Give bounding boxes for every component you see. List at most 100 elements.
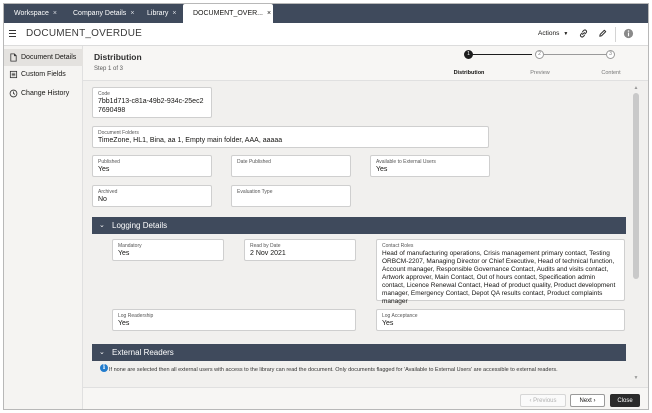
document-folders-label: Document Folders — [98, 130, 139, 136]
evaluation-type-label: Evaluation Type — [237, 189, 273, 195]
contact-roles-label: Contact Roles — [382, 243, 414, 249]
sidebar-item-custom-fields[interactable]: Custom Fields — [4, 66, 83, 83]
chevron-down-icon: ⌄ — [99, 349, 105, 356]
log-acceptance-label: Log Acceptance — [382, 313, 418, 319]
code-field: Code 7bb1d713-c81a-49b2-934c-25ec2769049… — [92, 87, 212, 118]
section-title: Logging Details — [112, 221, 168, 230]
published-label: Published — [98, 159, 120, 165]
available-external-field: Available to External Users Yes — [370, 155, 490, 177]
close-icon[interactable]: × — [130, 10, 134, 17]
log-acceptance-field: Log Acceptance Yes — [376, 309, 625, 331]
log-readership-field: Log Readership Yes — [112, 309, 356, 331]
previous-button[interactable]: ‹ Previous — [520, 394, 566, 407]
history-icon — [9, 89, 18, 98]
chevron-down-icon: ⌄ — [99, 222, 105, 229]
info-circle-icon: i — [100, 364, 108, 372]
available-external-label: Available to External Users — [376, 159, 436, 165]
log-readership-label: Log Readership — [118, 313, 154, 319]
logging-details-section-header[interactable]: ⌄ Logging Details — [92, 217, 626, 234]
log-acceptance-value: Yes — [382, 320, 394, 327]
list-icon — [9, 70, 18, 79]
read-by-date-value: 2 Nov 2021 — [250, 250, 286, 257]
step-title: Distribution — [94, 52, 142, 62]
chevron-right-icon: › — [593, 398, 596, 404]
next-label: Next — [579, 398, 592, 404]
sidebar-item-change-history[interactable]: Change History — [4, 85, 83, 102]
step-subtitle: Step 1 of 3 — [94, 66, 124, 72]
close-button[interactable]: Close — [610, 394, 640, 407]
date-published-label: Date Published — [237, 159, 271, 165]
published-value: Yes — [98, 166, 110, 173]
tab-library[interactable]: Library × — [137, 4, 177, 23]
document-icon — [10, 53, 17, 62]
archived-label: Archived — [98, 189, 118, 195]
next-button[interactable]: Next › — [570, 394, 605, 407]
section-title: External Readers — [112, 348, 174, 357]
tab-document-overdue[interactable]: DOCUMENT_OVER... × — [183, 4, 273, 23]
tab-label: Company Details — [73, 10, 127, 17]
form-content: Code 7bb1d713-c81a-49b2-934c-25ec2769049… — [83, 80, 648, 387]
train-stop-content[interactable]: 3 — [606, 50, 615, 59]
page-title: DOCUMENT_OVERDUE — [26, 28, 142, 39]
sidebar-item-label: Change History — [21, 90, 70, 97]
tab-label: Library — [147, 10, 169, 17]
previous-label: Previous — [533, 398, 557, 404]
document-folders-value: TimeZone, HL1, Bina, aa 1, Empty main fo… — [98, 137, 283, 144]
scroll-up-icon[interactable]: ▲ — [633, 85, 639, 91]
log-readership-value: Yes — [118, 320, 130, 327]
code-label: Code — [98, 91, 110, 97]
code-value: 7bb1d713-c81a-49b2-934c-25ec27690498 — [98, 98, 204, 114]
link-icon[interactable] — [578, 28, 589, 39]
app-window: Workspace × Company Details × Library × DOC… — [3, 3, 649, 410]
contact-roles-value: Head of manufacturing operations, Crisis… — [382, 250, 616, 305]
footer-toolbar: ‹ Previous Next › Close — [83, 387, 648, 409]
train-stop-distribution[interactable]: 1 — [464, 50, 473, 59]
read-by-date-field: Read by Date 2 Nov 2021 — [244, 239, 356, 261]
tab-label: DOCUMENT_OVER... — [193, 10, 264, 17]
external-readers-info-text: If none are selected then all external u… — [109, 367, 558, 373]
content-scrollbar[interactable]: ▲ ▼ — [633, 85, 639, 383]
date-published-field: Date Published — [231, 155, 351, 177]
actions-menu-button[interactable]: Actions ▼ — [538, 30, 568, 37]
archived-field: Archived No — [92, 185, 212, 207]
main-panel: Distribution Step 1 of 3 1 2 3 Distribut… — [83, 46, 648, 409]
read-by-date-label: Read by Date — [250, 243, 281, 249]
train-connector — [472, 54, 532, 55]
sidebar-item-label: Custom Fields — [21, 71, 66, 78]
archived-value: No — [98, 196, 107, 203]
page-header: DOCUMENT_OVERDUE Actions ▼ — [4, 23, 648, 46]
menu-icon[interactable] — [9, 30, 16, 37]
actions-label: Actions — [538, 30, 560, 37]
header-divider — [615, 27, 616, 42]
info-icon[interactable] — [623, 28, 634, 39]
tab-label: Workspace — [14, 10, 49, 17]
mandatory-label: Mandatory — [118, 243, 142, 249]
sidebar-item-label: Document Details — [21, 54, 77, 61]
contact-roles-field: Contact Roles Head of manufacturing oper… — [376, 239, 625, 305]
scroll-down-icon[interactable]: ▼ — [633, 375, 639, 381]
caret-down-icon: ▼ — [563, 31, 569, 37]
tab-workspace[interactable]: Workspace × — [4, 4, 57, 23]
chevron-left-icon: ‹ — [529, 398, 532, 404]
sidebar-item-document-details[interactable]: Document Details — [4, 49, 83, 66]
document-folders-field: Document Folders TimeZone, HL1, Bina, aa… — [92, 126, 489, 148]
train-label-preview: Preview — [530, 70, 550, 76]
close-icon[interactable]: × — [172, 10, 176, 17]
close-icon[interactable]: × — [267, 10, 271, 17]
train-connector — [544, 54, 606, 55]
sidebar: Document Details Custom Fields Change Hi… — [4, 46, 83, 409]
scrollbar-thumb[interactable] — [633, 93, 639, 279]
train-label-content: Content — [601, 70, 621, 76]
published-field: Published Yes — [92, 155, 212, 177]
tab-company-details[interactable]: Company Details × — [63, 4, 134, 23]
tab-bar: Workspace × Company Details × Library × DOC… — [4, 4, 648, 23]
train-label-distribution: Distribution — [453, 70, 485, 76]
available-external-value: Yes — [376, 166, 388, 173]
edit-pencil-icon[interactable] — [597, 28, 608, 39]
mandatory-value: Yes — [118, 250, 130, 257]
close-icon[interactable]: × — [53, 10, 57, 17]
train-stop-preview[interactable]: 2 — [535, 50, 544, 59]
evaluation-type-field: Evaluation Type — [231, 185, 351, 207]
mandatory-field: Mandatory Yes — [112, 239, 224, 261]
external-readers-section-header[interactable]: ⌄ External Readers — [92, 344, 626, 361]
